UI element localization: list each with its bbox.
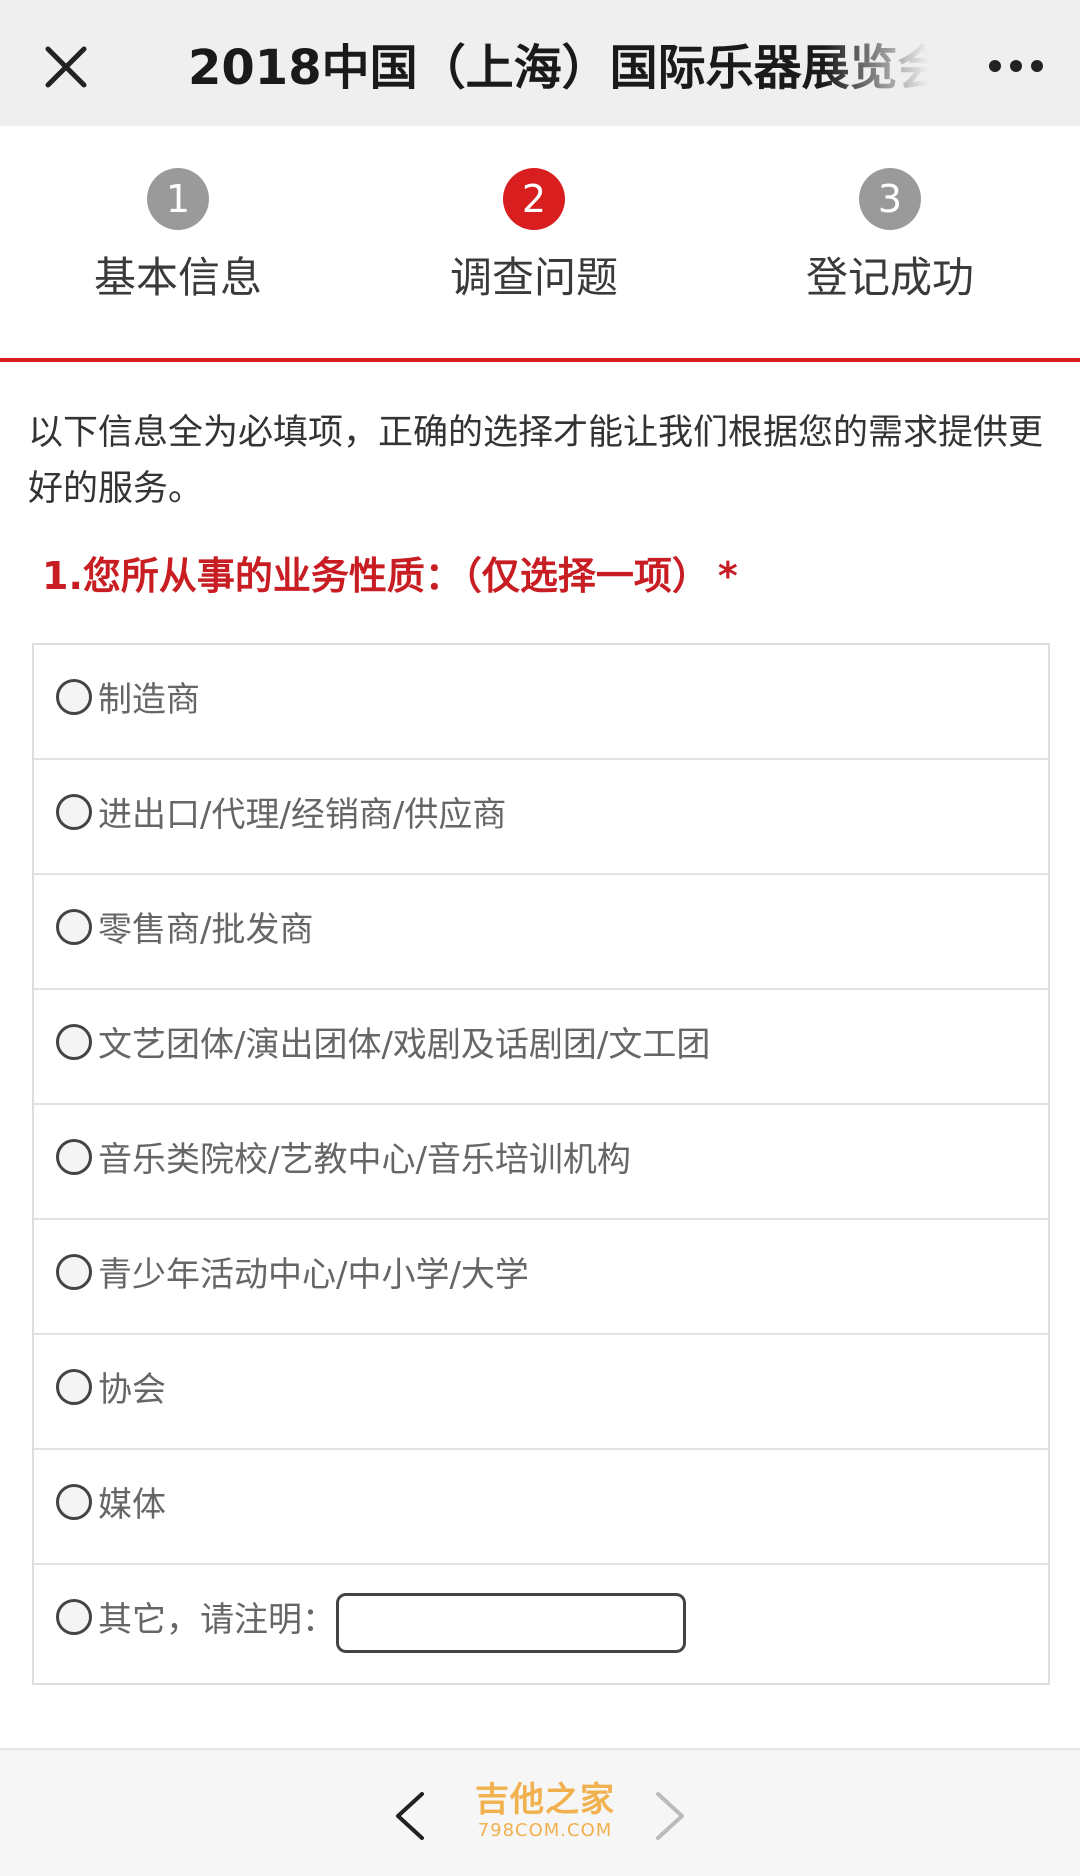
step-label: 基本信息 xyxy=(93,253,262,302)
step-survey: 2 调查问题 xyxy=(414,168,654,306)
option-manufacturer[interactable]: 制造商 xyxy=(34,645,1048,760)
option-association[interactable]: 协会 xyxy=(34,1335,1048,1450)
option-import-export[interactable]: 进出口/代理/经销商/供应商 xyxy=(34,760,1048,875)
radio-button[interactable] xyxy=(56,1369,92,1405)
option-other[interactable]: 其它，请注明： xyxy=(34,1565,1048,1683)
required-mark: * xyxy=(717,554,738,598)
progress-steps: 1 基本信息 2 调查问题 3 登记成功 xyxy=(0,126,1080,362)
options-list: 制造商 进出口/代理/经销商/供应商 零售商/批发商 文艺团体/演出团体/戏剧及… xyxy=(32,643,1050,1685)
step-number: 1 xyxy=(147,168,209,230)
radio-button[interactable] xyxy=(56,1139,92,1175)
option-label: 文艺团体/演出团体/戏剧及话剧团/文工团 xyxy=(98,1025,711,1065)
watermark-text: 吉他之家 xyxy=(475,1780,615,1820)
radio-button[interactable] xyxy=(56,679,92,715)
option-label: 青少年活动中心/中小学/大学 xyxy=(98,1255,529,1295)
option-arts-troupe[interactable]: 文艺团体/演出团体/戏剧及话剧团/文工团 xyxy=(34,990,1048,1105)
step-success: 3 登记成功 xyxy=(770,168,1010,306)
radio-button[interactable] xyxy=(56,1484,92,1520)
chevron-left-icon[interactable] xyxy=(392,1790,428,1842)
chevron-right-icon[interactable] xyxy=(652,1790,688,1842)
step-number: 2 xyxy=(503,168,565,230)
option-music-school[interactable]: 音乐类院校/艺教中心/音乐培训机构 xyxy=(34,1105,1048,1220)
other-specify-input[interactable] xyxy=(336,1593,686,1653)
option-label: 协会 xyxy=(98,1370,166,1410)
radio-button[interactable] xyxy=(56,1254,92,1290)
option-label: 媒体 xyxy=(98,1485,166,1525)
step-label: 登记成功 xyxy=(805,253,974,302)
option-label: 进出口/代理/经销商/供应商 xyxy=(98,795,507,835)
watermark: 吉他之家 798COM.COM xyxy=(470,1780,620,1842)
bottom-nav: 吉他之家 798COM.COM xyxy=(0,1748,1080,1876)
close-icon[interactable] xyxy=(44,45,88,89)
question-title: 1.您所从事的业务性质：（仅选择一项） * xyxy=(42,548,738,604)
step-label: 调查问题 xyxy=(449,253,618,302)
title-bar: 2018中国（上海）国际乐器展览会 xyxy=(0,0,1080,126)
option-media[interactable]: 媒体 xyxy=(34,1450,1048,1565)
more-dots-icon[interactable] xyxy=(988,58,1044,74)
option-youth-education[interactable]: 青少年活动中心/中小学/大学 xyxy=(34,1220,1048,1335)
intro-text: 以下信息全为必填项，正确的选择才能让我们根据您的需求提供更好的服务。 xyxy=(28,413,1044,509)
option-label: 零售商/批发商 xyxy=(98,910,314,950)
step-basic-info: 1 基本信息 xyxy=(58,168,298,306)
step-number: 3 xyxy=(859,168,921,230)
option-label: 音乐类院校/艺教中心/音乐培训机构 xyxy=(98,1140,631,1180)
option-label: 制造商 xyxy=(98,680,200,720)
radio-button[interactable] xyxy=(56,1024,92,1060)
option-retail[interactable]: 零售商/批发商 xyxy=(34,875,1048,990)
radio-button[interactable] xyxy=(56,1599,92,1635)
radio-button[interactable] xyxy=(56,909,92,945)
radio-button[interactable] xyxy=(56,794,92,830)
page-title: 2018中国（上海）国际乐器展览会 xyxy=(188,40,928,96)
question-text: 1.您所从事的业务性质：（仅选择一项） xyxy=(42,554,710,598)
watermark-url: 798COM.COM xyxy=(477,1820,613,1841)
option-label: 其它，请注明： xyxy=(98,1600,336,1640)
